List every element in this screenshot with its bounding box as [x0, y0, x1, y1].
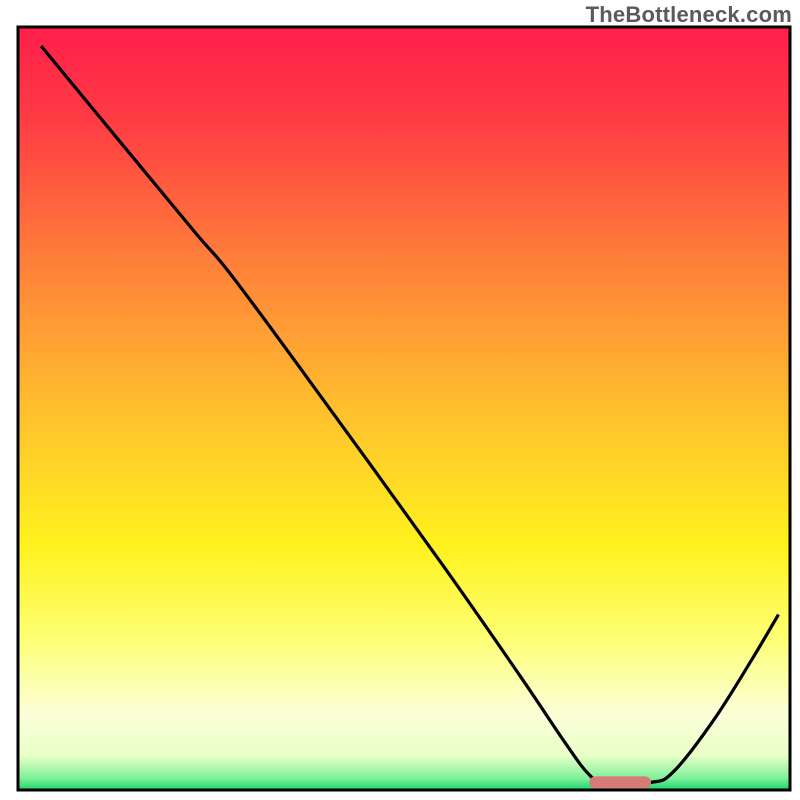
optimal-zone-marker: [589, 776, 651, 788]
chart-svg: [0, 0, 800, 800]
gradient-background: [18, 27, 790, 790]
plot-area: [18, 27, 790, 790]
bottleneck-chart: TheBottleneck.com: [0, 0, 800, 800]
